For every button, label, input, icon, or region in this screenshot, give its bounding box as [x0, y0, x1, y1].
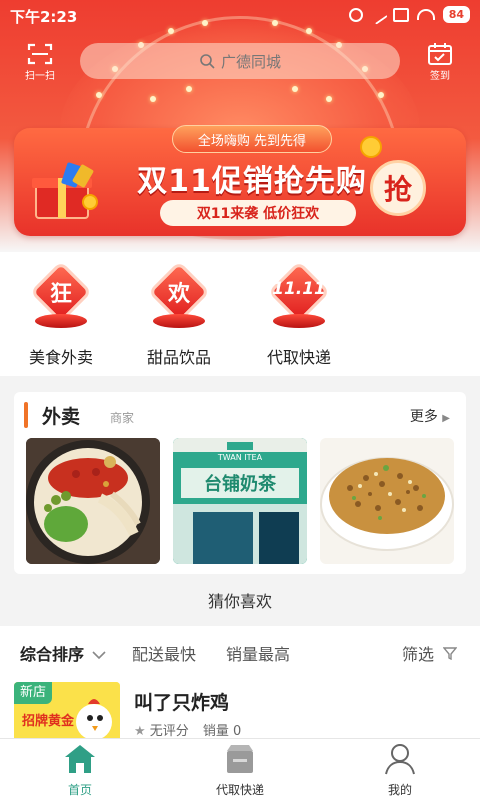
store-name: 叫了只炸鸡: [134, 692, 230, 714]
home-icon: [65, 745, 95, 773]
badge-stand: [273, 314, 325, 328]
scan-icon: [27, 43, 53, 65]
badge-glyph: 狂: [49, 282, 72, 307]
grab-button[interactable]: 抢: [370, 160, 426, 216]
tab-mine-label: 我的: [387, 783, 412, 797]
status-time: 下午2:23: [10, 8, 78, 26]
category-badge: 狂: [25, 260, 97, 336]
star-icon: ★: [134, 724, 146, 739]
promo-top-pill: 全场嗨购 先到先得: [172, 125, 332, 153]
shop-thumb-fried-rice[interactable]: [320, 438, 454, 564]
light-dot: [378, 92, 384, 98]
new-store-badge: 新店: [14, 682, 53, 704]
category-label: 代取快递: [266, 348, 331, 367]
store-sales: 销量 0: [202, 724, 242, 739]
tab-home-label: 首页: [67, 783, 92, 797]
play-arrow-icon: ▶: [442, 413, 450, 424]
category-label: 甜品饮品: [146, 348, 211, 367]
noodle-bowl-image: [26, 438, 160, 564]
gift-box-icon: [32, 162, 98, 219]
tab-mine[interactable]: 我的: [340, 743, 460, 798]
search-placeholder: 广德同城: [220, 52, 281, 71]
bottom-tab-bar: 首页 代取快递 我的: [0, 738, 480, 800]
filter-icon: [442, 647, 458, 661]
badge-stand: [35, 314, 87, 328]
category-food-delivery[interactable]: 狂 美食外卖: [16, 260, 106, 368]
sort-comprehensive-label: 综合排序: [20, 645, 85, 664]
shop-sign: 台铺奶茶: [204, 474, 276, 495]
status-icons: 84: [348, 4, 470, 25]
signin-button[interactable]: 签到: [422, 42, 458, 82]
sort-fastest-delivery[interactable]: 配送最快: [132, 641, 196, 665]
store-sign-text: 招牌黄金: [22, 714, 75, 729]
light-dot: [96, 92, 102, 98]
category-badge: 11.11: [263, 260, 335, 336]
more-link[interactable]: 更多 ▶: [410, 406, 450, 426]
light-dot: [150, 96, 156, 102]
badge-stand: [153, 314, 205, 328]
hero-banner: 下午2:23 84 扫一扫 广德同城 签到 全场嗨购 先到先得 双11促销抢先购…: [0, 0, 480, 252]
sort-comprehensive[interactable]: 综合排序: [20, 641, 106, 665]
scan-label: 扫一扫: [25, 71, 55, 82]
shop-thumb-milk-tea[interactable]: TWAN ITEA 台铺奶茶: [173, 438, 307, 564]
status-bar: 下午2:23 84: [0, 0, 480, 30]
coin-icon: [360, 136, 382, 158]
light-dot: [326, 96, 332, 102]
promo-title: 双11促销抢先购: [137, 164, 367, 199]
wifi-icon: [416, 9, 435, 20]
takeout-card: 外卖 商家 更多 ▶ TWAN ITEA 台铺奶茶: [14, 392, 466, 574]
alarm-icon: [348, 7, 363, 22]
takeout-title: 外卖: [42, 406, 81, 428]
search-icon: [200, 54, 215, 69]
filter-label: 筛选: [402, 645, 435, 664]
category-badge: 欢: [143, 260, 215, 336]
package-icon: [227, 745, 253, 773]
tab-home[interactable]: 首页: [20, 743, 140, 798]
category-express-pickup[interactable]: 11.11 代取快递: [254, 260, 344, 368]
store-list-item[interactable]: 招牌黄金 新店 叫了只炸鸡 ★ 无评分 销量 0: [0, 676, 480, 740]
rating-group: ★ 无评分: [134, 720, 189, 739]
takeout-subtitle: 商家: [110, 411, 135, 425]
tab-express-label: 代取快递: [215, 783, 264, 797]
shop-thumb-noodles[interactable]: [26, 438, 160, 564]
more-label: 更多: [409, 409, 438, 425]
category-row: 狂 美食外卖 欢 甜品饮品 11.11 代取快递: [0, 252, 480, 376]
light-dot: [186, 86, 192, 92]
store-rating: 无评分: [149, 724, 189, 739]
user-icon: [385, 744, 415, 775]
app-screen: 下午2:23 84 扫一扫 广德同城 签到 全场嗨购 先到先得 双11促销抢先购…: [0, 0, 480, 800]
sort-top-sales[interactable]: 销量最高: [226, 641, 290, 665]
promo-banner[interactable]: 全场嗨购 先到先得 双11促销抢先购 双11来袭 低价狂欢 抢: [14, 125, 466, 236]
guess-you-like-heading: 猜你喜欢: [207, 592, 272, 611]
store-meta: ★ 无评分 销量 0: [134, 720, 241, 739]
search-bar[interactable]: 广德同城: [80, 43, 400, 79]
badge-glyph: 欢: [167, 282, 190, 307]
filter-button[interactable]: 筛选: [402, 641, 458, 665]
chevron-down-icon: [92, 651, 106, 660]
scan-button[interactable]: 扫一扫: [22, 42, 58, 82]
battery-indicator: 84: [442, 6, 470, 23]
section-accent-bar: [24, 402, 28, 428]
promo-subtitle: 双11来袭 低价狂欢: [160, 200, 356, 226]
category-label: 美食外卖: [28, 348, 93, 367]
shop-sign-en: TWAN ITEA: [217, 453, 263, 462]
light-dot: [292, 86, 298, 92]
sim-icon: [392, 7, 409, 22]
signin-label: 签到: [430, 71, 450, 82]
category-desserts-drinks[interactable]: 欢 甜品饮品: [134, 260, 224, 368]
mute-icon: [367, 4, 388, 25]
sort-bar: 综合排序 配送最快 销量最高 筛选: [0, 626, 480, 676]
tab-express-pickup[interactable]: 代取快递: [180, 743, 300, 798]
badge-glyph: 11.11: [272, 279, 326, 299]
calendar-icon: [428, 43, 452, 65]
fried-rice-image: [320, 438, 454, 564]
